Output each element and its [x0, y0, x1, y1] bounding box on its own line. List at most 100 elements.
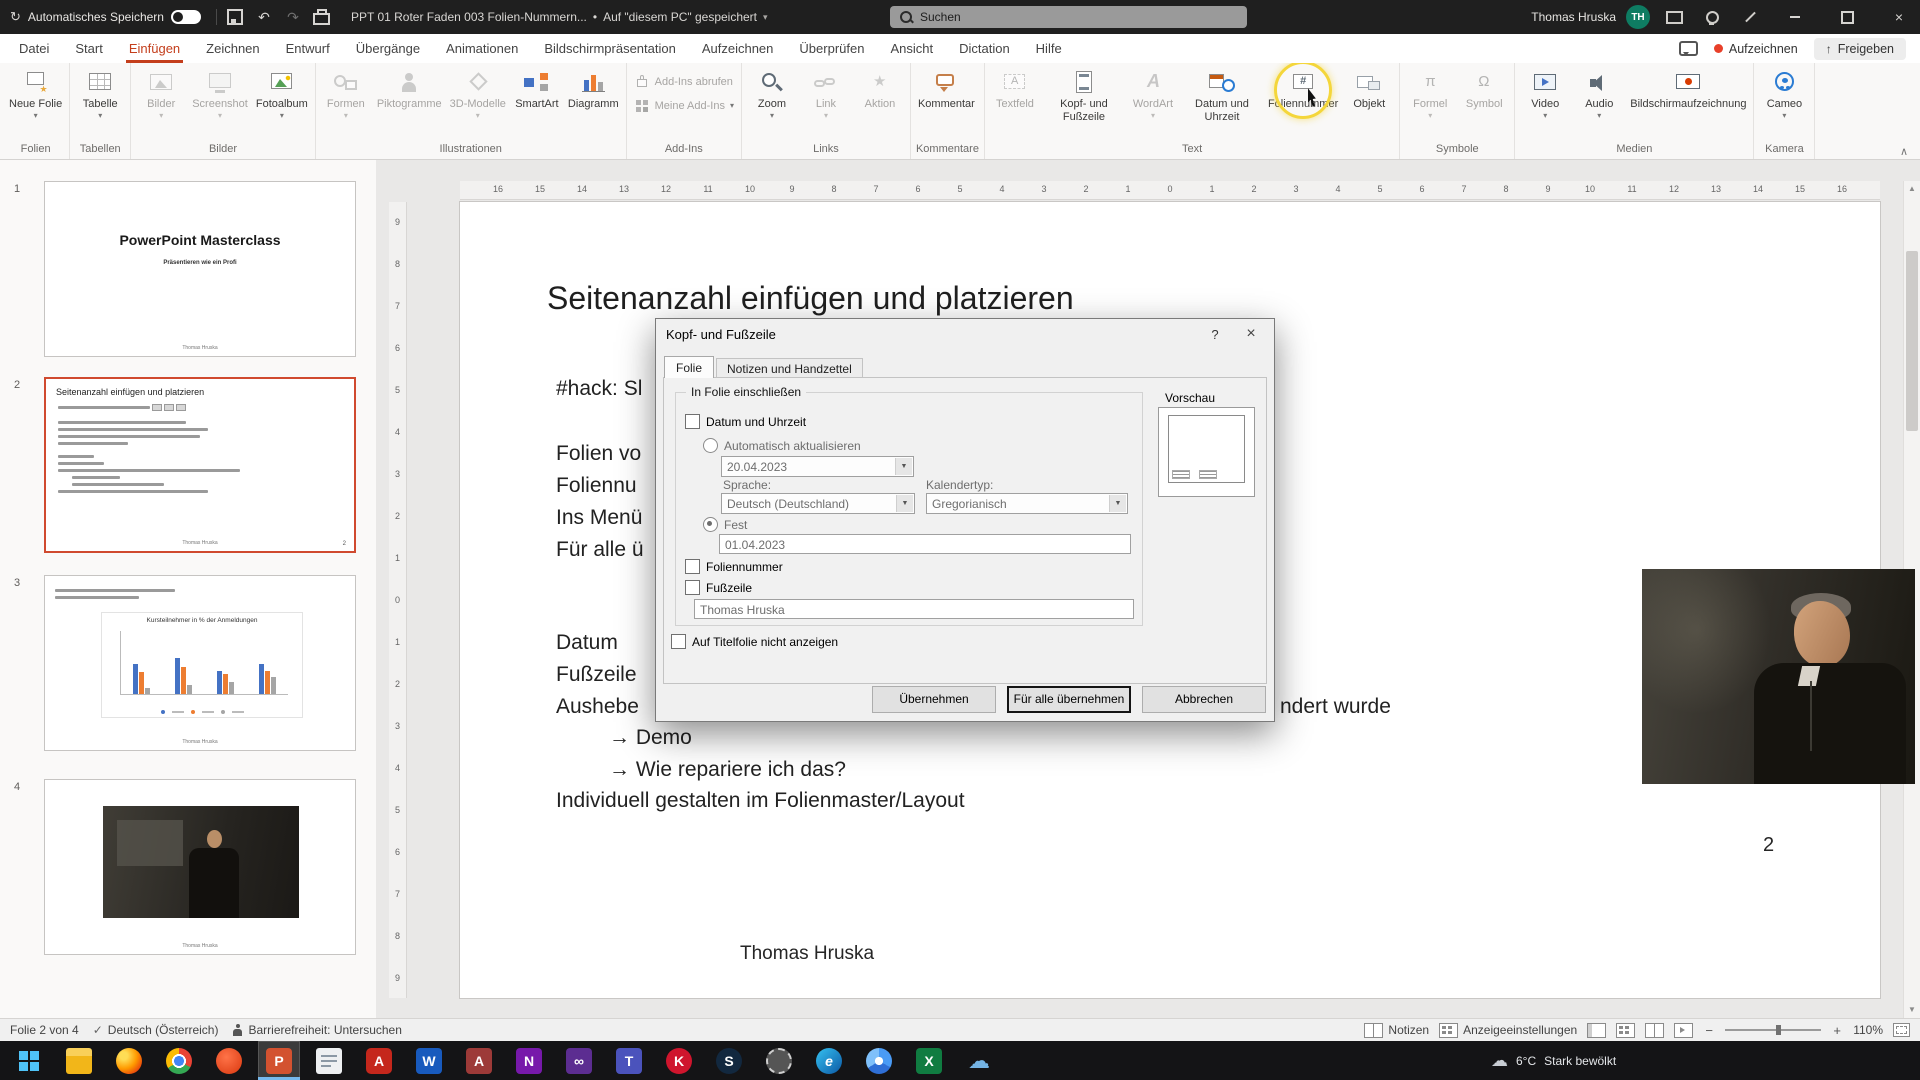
- taskbar-app-onenote[interactable]: N: [508, 1041, 550, 1080]
- slide-thumbnail-1[interactable]: PowerPoint Masterclass Präsentieren wie e…: [44, 181, 356, 357]
- slide-body-line[interactable]: Foliennu: [556, 474, 637, 498]
- checkbox-icon[interactable]: [671, 634, 686, 649]
- ribbon-tab-ansicht[interactable]: Ansicht: [877, 34, 946, 63]
- ribbon-button-smartart[interactable]: SmartArt: [510, 64, 564, 142]
- zoom-level[interactable]: 110%: [1853, 1023, 1883, 1037]
- minimize-button[interactable]: [1774, 0, 1816, 34]
- share-button[interactable]: ↑ Freigeben: [1813, 37, 1906, 60]
- slide-number-checkbox[interactable]: Foliennummer: [685, 559, 783, 574]
- dialog-close-button[interactable]: ×: [1236, 322, 1266, 346]
- taskbar-app-chrome[interactable]: [158, 1041, 200, 1080]
- search-box[interactable]: Suchen: [890, 6, 1247, 28]
- dialog-tab-notizen-handzettel[interactable]: Notizen und Handzettel: [716, 358, 863, 378]
- cancel-button[interactable]: Abbrechen: [1142, 686, 1266, 713]
- fixed-date-input[interactable]: 01.04.2023: [719, 534, 1131, 554]
- ribbon-button-kopf-und-fußzeile[interactable]: Kopf- und Fußzeile: [1042, 64, 1126, 142]
- calendar-type-combobox[interactable]: Gregorianisch ▼: [926, 493, 1128, 514]
- hide-on-title-slide-checkbox[interactable]: Auf Titelfolie nicht anzeigen: [671, 634, 838, 649]
- ribbon-button-meine-add-ins[interactable]: Meine Add-Ins ▾: [634, 98, 734, 113]
- taskbar-app-powerpoint[interactable]: P: [258, 1041, 300, 1080]
- checkbox-icon[interactable]: [685, 559, 700, 574]
- display-settings-button[interactable]: Anzeigeeinstellungen: [1439, 1022, 1577, 1038]
- slide-body-line[interactable]: Datum: [556, 631, 618, 655]
- ribbon-tab-datei[interactable]: Datei: [6, 34, 62, 63]
- redo-button[interactable]: ↷: [280, 4, 306, 30]
- taskbar-app-acrobat[interactable]: A: [358, 1041, 400, 1080]
- ribbon-button-bilder[interactable]: Bilder ▾: [134, 64, 188, 142]
- taskbar-app-excel[interactable]: X: [908, 1041, 950, 1080]
- ribbon-button-neue-folie[interactable]: Neue Folie▾: [5, 64, 66, 142]
- accessibility-button[interactable]: Barrierefreiheit: Untersuchen: [232, 1023, 402, 1037]
- taskbar-app-visual-studio[interactable]: ∞: [558, 1041, 600, 1080]
- zoom-slider[interactable]: [1725, 1025, 1822, 1035]
- auto-date-combobox[interactable]: 20.04.2023 ▼: [721, 456, 914, 477]
- ribbon-button-diagramm[interactable]: Diagramm: [564, 64, 623, 142]
- taskbar-app-edge[interactable]: e: [808, 1041, 850, 1080]
- ribbon-button-kommentar[interactable]: Kommentar: [914, 64, 979, 142]
- zoom-in-button[interactable]: +: [1831, 1023, 1843, 1038]
- slide-sorter-view-button[interactable]: [1616, 1022, 1636, 1038]
- fixed-date-radio[interactable]: Fest: [703, 517, 747, 532]
- avatar[interactable]: TH: [1626, 5, 1650, 29]
- ribbon-button-textfeld[interactable]: Textfeld: [988, 64, 1042, 142]
- slide-body-line[interactable]: Aushebe: [556, 695, 639, 719]
- ribbon-tab-überprüfen[interactable]: Überprüfen: [786, 34, 877, 63]
- save-button[interactable]: [222, 4, 248, 30]
- slide-body-line[interactable]: → Demo: [609, 726, 692, 750]
- slide-thumbnail-3[interactable]: Kursteilnehmer in % der Anmeldungen Thoma…: [44, 575, 356, 751]
- normal-view-button[interactable]: [1587, 1022, 1607, 1038]
- checkbox-icon[interactable]: [685, 414, 700, 429]
- zoom-out-button[interactable]: −: [1703, 1023, 1715, 1038]
- ribbon-button-datum-und-uhrzeit[interactable]: Datum und Uhrzeit: [1180, 64, 1264, 142]
- slide-body-line[interactable]: #hack: Sl: [556, 377, 642, 401]
- ribbon-tab-einfügen[interactable]: Einfügen: [116, 34, 193, 63]
- undo-button[interactable]: ↶: [251, 4, 277, 30]
- slide-body-line[interactable]: Ins Menü: [556, 506, 642, 530]
- slide-body-line[interactable]: Individuell gestalten im Folienmaster/La…: [556, 789, 965, 813]
- language-button[interactable]: ✓ Deutsch (Österreich): [93, 1023, 219, 1037]
- taskbar-app-file-explorer[interactable]: [58, 1041, 100, 1080]
- slide-title[interactable]: Seitenanzahl einfügen und platzieren: [547, 280, 1074, 317]
- ribbon-button-video[interactable]: Video ▾: [1518, 64, 1572, 142]
- ribbon-button-formen[interactable]: Formen ▾: [319, 64, 373, 142]
- slide-thumbnail-2[interactable]: Seitenanzahl einfügen und platzieren 2 Tho…: [44, 377, 356, 553]
- ribbon-button-foliennummer[interactable]: Foliennummer: [1264, 64, 1342, 142]
- slide-body-line[interactable]: Folien vo: [556, 442, 641, 466]
- ribbon-button-cameo[interactable]: Cameo ▾: [1757, 64, 1811, 142]
- footer-text-input[interactable]: Thomas Hruska: [694, 599, 1134, 619]
- ribbon-tab-übergänge[interactable]: Übergänge: [343, 34, 433, 63]
- taskbar-app-word[interactable]: W: [408, 1041, 450, 1080]
- taskbar-app-start[interactable]: [8, 1041, 50, 1080]
- ribbon-tab-dictation[interactable]: Dictation: [946, 34, 1023, 63]
- ribbon-button-tabelle[interactable]: Tabelle ▾: [73, 64, 127, 142]
- slide-body-fragment[interactable]: ndert wurde: [1280, 695, 1391, 719]
- ribbon-button-add-ins-abrufen[interactable]: Add-Ins abrufen: [634, 74, 734, 89]
- apply-all-button[interactable]: Für alle übernehmen: [1007, 686, 1131, 713]
- slideshow-view-button[interactable]: [1674, 1022, 1694, 1038]
- ideas-button[interactable]: [1698, 0, 1726, 34]
- ribbon-button-link[interactable]: Link ▾: [799, 64, 853, 142]
- taskbar-app-firefox[interactable]: [108, 1041, 150, 1080]
- ribbon-tab-hilfe[interactable]: Hilfe: [1023, 34, 1075, 63]
- dialog-help-button[interactable]: ?: [1202, 324, 1228, 346]
- slide-footer-text[interactable]: Thomas Hruska: [740, 943, 874, 965]
- notes-button[interactable]: Notizen: [1364, 1022, 1429, 1038]
- ribbon-tab-entwurf[interactable]: Entwurf: [273, 34, 343, 63]
- taskbar-app-brave[interactable]: [208, 1041, 250, 1080]
- taskbar-app-steam[interactable]: S: [708, 1041, 750, 1080]
- present-display-button[interactable]: [1660, 0, 1688, 34]
- ribbon-button-wordart[interactable]: WordArt▾: [1126, 64, 1180, 142]
- autosave-toggle[interactable]: ↻ Automatisches Speichern: [0, 9, 211, 25]
- ribbon-button-aktion[interactable]: Aktion: [853, 64, 907, 142]
- slide-body-line[interactable]: Fußzeile: [556, 663, 637, 687]
- saved-status[interactable]: Auf "diesem PC" gespeichert: [603, 10, 757, 24]
- taskbar-app-teams[interactable]: T: [608, 1041, 650, 1080]
- ribbon-button-zoom[interactable]: Zoom ▾: [745, 64, 799, 142]
- ribbon-button-objekt[interactable]: Objekt: [1342, 64, 1396, 142]
- radio-icon[interactable]: [703, 438, 718, 453]
- ribbon-button-3d-modelle[interactable]: 3D-Modelle ▾: [446, 64, 510, 142]
- comments-icon[interactable]: [1678, 41, 1698, 56]
- slide-body-line[interactable]: → Wie repariere ich das?: [609, 758, 846, 782]
- taskbar-weather[interactable]: ☁ 6°C Stark bewölkt: [1491, 1041, 1616, 1080]
- print-button[interactable]: [309, 4, 335, 30]
